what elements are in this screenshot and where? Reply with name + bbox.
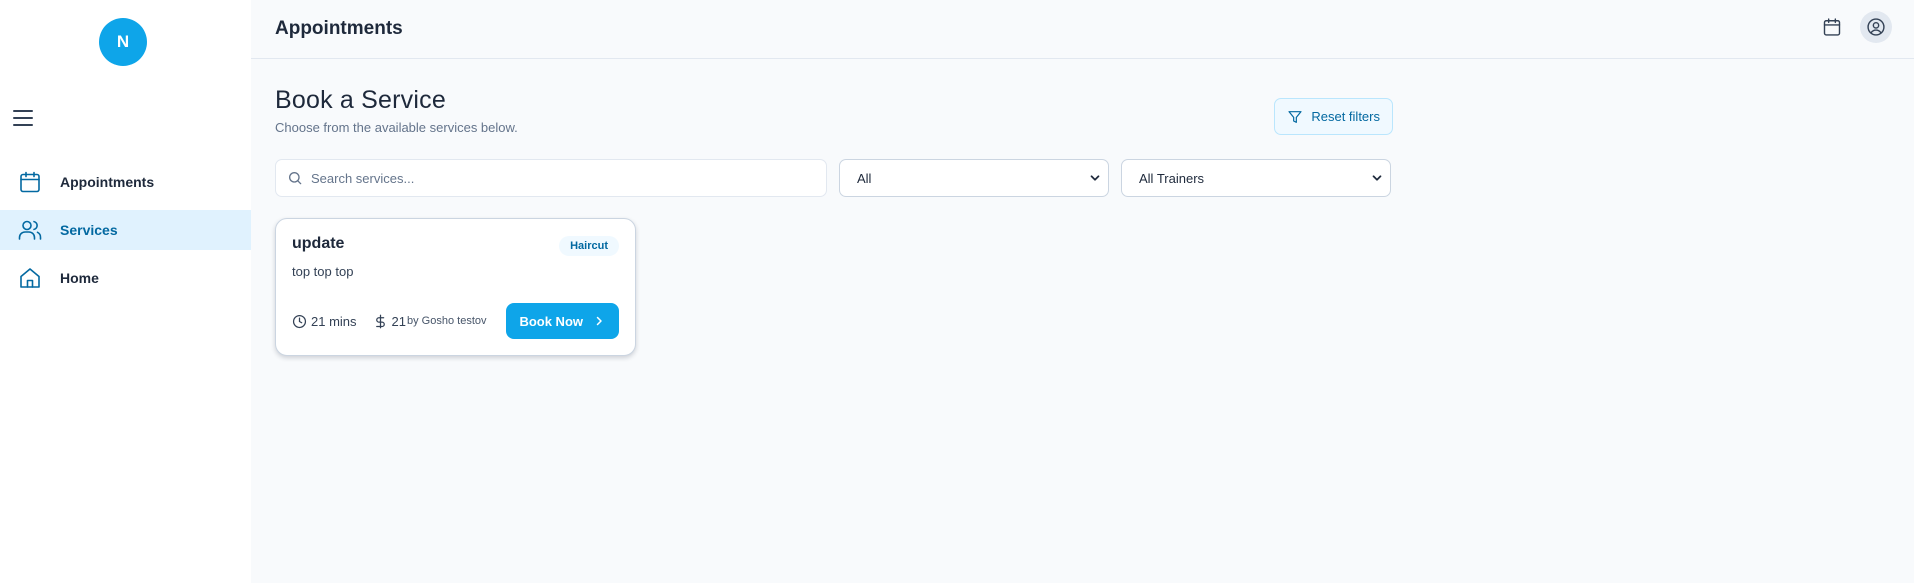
filter-icon bbox=[1287, 109, 1303, 125]
service-price: 21 by Gosho testov bbox=[373, 314, 487, 329]
dollar-icon bbox=[373, 314, 392, 329]
book-service-section: Book a Service Choose from the available… bbox=[275, 86, 1393, 356]
duration-text: 21 mins bbox=[311, 313, 357, 329]
app-root: N Appointments Services Home Appointment… bbox=[0, 0, 1914, 583]
chevron-right-icon bbox=[593, 315, 605, 327]
page-subtitle: Choose from the available services below… bbox=[275, 120, 518, 135]
users-icon bbox=[18, 218, 42, 242]
category-badge: Haircut bbox=[559, 236, 619, 256]
header-actions bbox=[1816, 11, 1892, 43]
reset-filters-label: Reset filters bbox=[1311, 109, 1380, 124]
service-card-footer: 21 mins 21 by Gosho testov Book Now bbox=[292, 303, 619, 339]
sidebar-item-services[interactable]: Services bbox=[0, 210, 251, 250]
search-input[interactable] bbox=[311, 170, 826, 186]
reset-filters-button[interactable]: Reset filters bbox=[1274, 98, 1393, 135]
trainer-text: by Gosho testov bbox=[407, 315, 487, 327]
hamburger-menu-icon[interactable] bbox=[13, 107, 33, 129]
book-now-label: Book Now bbox=[519, 313, 583, 329]
chevron-down-icon bbox=[1088, 171, 1102, 185]
top-bar: Appointments bbox=[251, 0, 1914, 59]
sidebar-item-appointments[interactable]: Appointments bbox=[0, 162, 251, 202]
search-icon bbox=[287, 170, 311, 186]
main-area: Appointments Book a Service Choose from … bbox=[251, 0, 1914, 583]
service-duration: 21 mins bbox=[292, 314, 357, 329]
user-avatar[interactable]: N bbox=[99, 18, 147, 66]
page-title: Book a Service bbox=[275, 86, 446, 114]
sidebar-nav: Appointments Services Home bbox=[0, 162, 251, 306]
filter-bar: All All Trainers bbox=[275, 159, 1393, 197]
user-circle-icon[interactable] bbox=[1860, 11, 1892, 43]
sidebar-item-label: Appointments bbox=[60, 174, 155, 190]
price-text: 21 bbox=[391, 313, 406, 329]
sidebar-item-label: Home bbox=[60, 270, 99, 286]
clock-icon bbox=[292, 314, 311, 329]
search-box bbox=[275, 159, 827, 197]
sidebar-item-label: Services bbox=[60, 222, 118, 238]
sidebar: N Appointments Services Home bbox=[0, 0, 251, 583]
chevron-down-icon bbox=[1370, 171, 1384, 185]
header-title: Appointments bbox=[275, 18, 403, 39]
sidebar-item-home[interactable]: Home bbox=[0, 258, 251, 298]
service-card: update Haircut top top top 21 mins 21 by… bbox=[275, 218, 636, 356]
trainer-select-value: All Trainers bbox=[1139, 170, 1205, 186]
home-icon bbox=[18, 266, 42, 290]
category-select-value: All bbox=[857, 170, 872, 186]
calendar-icon bbox=[18, 170, 42, 194]
calendar-icon[interactable] bbox=[1816, 11, 1848, 43]
category-select[interactable]: All bbox=[839, 159, 1109, 197]
service-description: top top top bbox=[292, 264, 354, 279]
book-now-button[interactable]: Book Now bbox=[506, 303, 619, 339]
trainer-select[interactable]: All Trainers bbox=[1121, 159, 1391, 197]
